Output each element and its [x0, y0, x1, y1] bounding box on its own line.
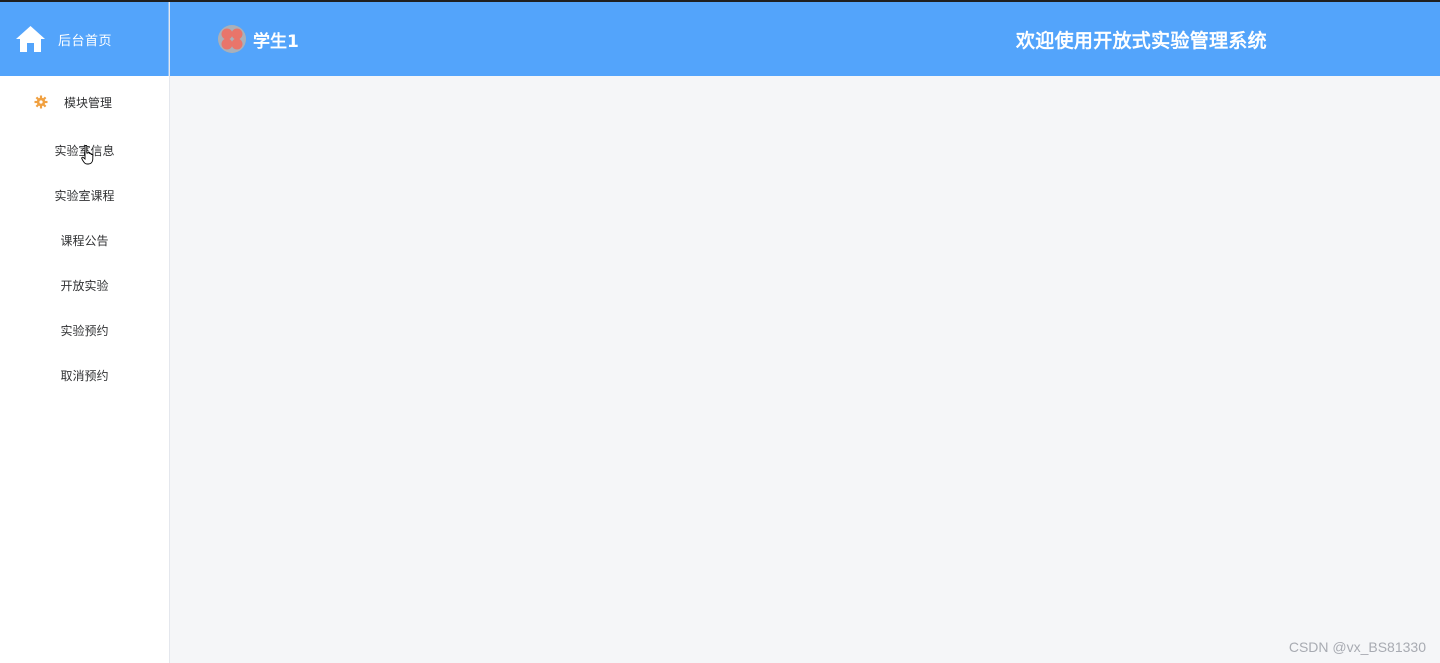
watermark: CSDN @vx_BS81330 — [1288, 639, 1426, 655]
system-title: 欢迎使用开放式实验管理系统 — [1016, 30, 1267, 52]
avatar[interactable] — [218, 25, 246, 53]
home-icon — [15, 25, 46, 53]
top-header: 学生1 欢迎使用开放式实验管理系统 — [170, 2, 1440, 76]
sidebar: 后台首页 模块管理 实验室信息 实验室课程 课程公告 开放实验 实验预约 取消预… — [0, 2, 170, 663]
menu-group-module-management[interactable]: 模块管理 — [0, 76, 169, 128]
sidebar-item-label: 开放实验 — [60, 279, 109, 293]
sidebar-item-experiment-booking[interactable]: 实验预约 — [0, 308, 169, 353]
main-content — [171, 76, 1440, 663]
sidebar-item-cancel-booking[interactable]: 取消预约 — [0, 353, 169, 398]
sidebar-item-open-experiments[interactable]: 开放实验 — [0, 263, 169, 308]
sidebar-item-label: 实验室课程 — [54, 189, 115, 203]
gear-icon — [34, 95, 48, 109]
sidebar-item-label: 取消预约 — [60, 369, 109, 383]
sidebar-item-label: 课程公告 — [60, 234, 109, 248]
menu-group-label: 模块管理 — [64, 95, 113, 110]
user-name[interactable]: 学生1 — [253, 27, 299, 52]
home-label: 后台首页 — [58, 33, 113, 49]
sidebar-home-link[interactable]: 后台首页 — [0, 2, 169, 76]
mouse-pointer-icon — [81, 144, 95, 165]
sidebar-item-label: 实验预约 — [60, 324, 109, 338]
sidebar-item-lab-courses[interactable]: 实验室课程 — [0, 173, 169, 218]
sidebar-item-course-announcements[interactable]: 课程公告 — [0, 218, 169, 263]
sidebar-menu: 模块管理 实验室信息 实验室课程 课程公告 开放实验 实验预约 取消预约 — [0, 76, 169, 398]
